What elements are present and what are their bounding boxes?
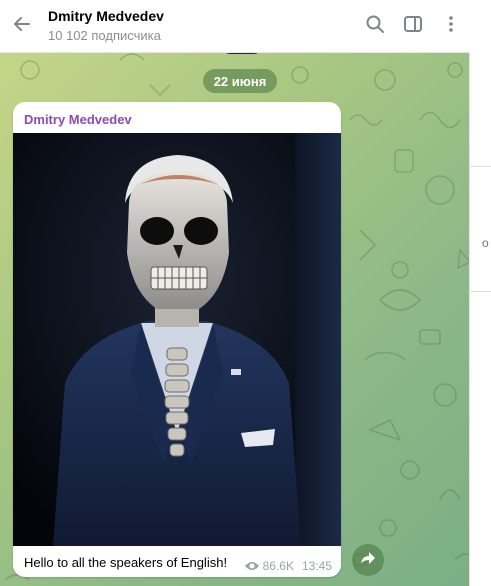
search-button[interactable]	[356, 0, 394, 52]
view-count: 86.6K	[262, 559, 294, 573]
message-meta: 86.6K 13:45	[244, 559, 332, 573]
telegram-window: Dmitry Medvedev 10 102 подписчика o 22 и…	[0, 0, 491, 586]
more-vertical-icon	[441, 14, 461, 39]
eye-icon	[244, 560, 260, 572]
channel-title: Dmitry Medvedev	[48, 8, 164, 24]
share-button[interactable]	[352, 544, 384, 576]
share-arrow-icon	[359, 549, 377, 572]
photo-image	[13, 133, 341, 546]
header-actions	[356, 0, 470, 52]
panel-text-fragment: o	[482, 236, 489, 250]
message-caption: Hello to all the speakers of English!	[24, 555, 228, 570]
subscriber-count: 10 102 подписчика	[48, 28, 161, 43]
arrow-left-icon	[12, 14, 32, 39]
panel-divider	[470, 166, 491, 167]
sidebar-toggle-icon	[403, 14, 423, 39]
right-side-panel: o	[469, 0, 491, 586]
chat-header: Dmitry Medvedev 10 102 подписчика	[0, 0, 470, 53]
panel-divider	[470, 291, 491, 292]
message-author[interactable]: Dmitry Medvedev	[24, 112, 132, 127]
message-bubble[interactable]: Dmitry Medvedev Hello to all the speaker…	[13, 102, 341, 577]
chat-title-block[interactable]: Dmitry Medvedev 10 102 подписчика	[48, 7, 164, 45]
search-icon	[365, 14, 385, 39]
sidebar-toggle-button[interactable]	[394, 0, 432, 52]
date-separator[interactable]: 22 июня	[203, 69, 277, 93]
message-photo[interactable]	[13, 133, 341, 546]
back-button[interactable]	[0, 0, 44, 52]
message-time: 13:45	[301, 559, 332, 573]
more-button[interactable]	[432, 0, 470, 52]
